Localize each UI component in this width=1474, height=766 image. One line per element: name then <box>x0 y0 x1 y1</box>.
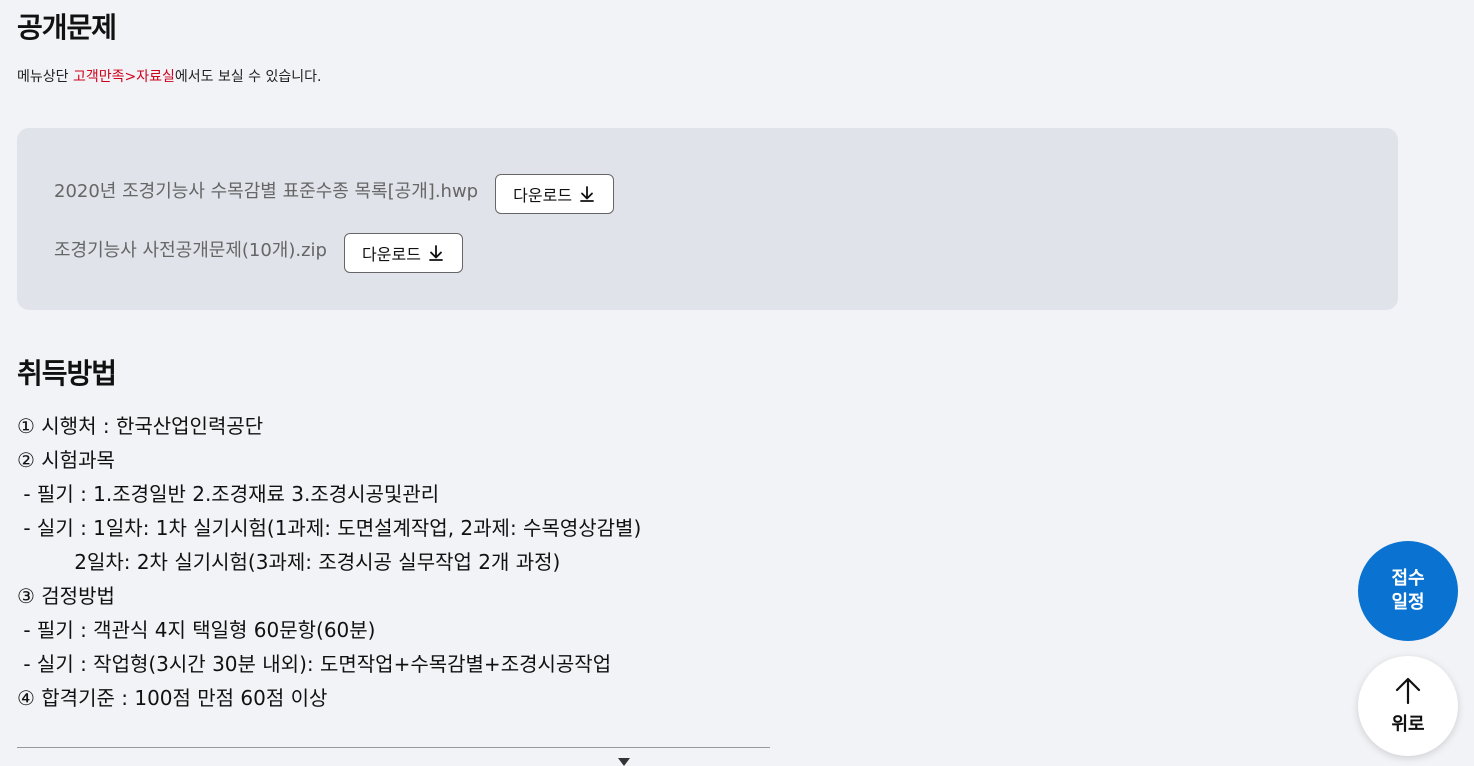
info-line: ② 시험과목 <box>17 448 115 472</box>
download-icon <box>429 245 443 261</box>
note-link-support-archive[interactable]: 고객만족>자료실 <box>73 69 175 85</box>
arrow-up-icon <box>1395 677 1421 705</box>
file-row: 조경기능사 사전공개문제(10개).zip 다운로드 <box>54 233 463 273</box>
divider <box>17 747 770 748</box>
info-line: - 실기 : 작업형(3시간 30분 내외): 도면작업+수목감별+조경시공작업 <box>17 652 612 676</box>
info-line: - 필기 : 객관식 4지 택일형 60문항(60분) <box>17 618 376 642</box>
info-line: ① 시행처 : 한국산업인력공단 <box>17 414 264 438</box>
schedule-button[interactable]: 접수 일정 <box>1358 541 1458 641</box>
schedule-label-line1: 접수 <box>1391 568 1425 589</box>
scroll-top-label: 위로 <box>1391 714 1425 735</box>
note-prefix: 메뉴상단 <box>17 69 73 85</box>
acquire-info: ① 시행처 : 한국산업인력공단 ② 시험과목 - 필기 : 1.조경일반 2.… <box>17 409 641 715</box>
download-button-label: 다운로드 <box>362 247 421 264</box>
download-icon <box>580 186 594 202</box>
menu-note: 메뉴상단 고객만족>자료실에서도 보실 수 있습니다. <box>17 66 321 86</box>
file-name: 2020년 조경기능사 수목감별 표준수종 목록[공개].hwp <box>54 181 479 202</box>
info-line: 2일차: 2차 실기시험(3과제: 조경시공 실무작업 2개 과정) <box>17 550 561 574</box>
file-name: 조경기능사 사전공개문제(10개).zip <box>54 240 327 261</box>
info-line: ④ 합격기준 : 100점 만점 60점 이상 <box>17 686 328 710</box>
info-line: - 실기 : 1일차: 1차 실기시험(1과제: 도면설계작업, 2과제: 수목… <box>17 516 642 540</box>
section-title-acquire: 취득방법 <box>17 357 117 390</box>
page: 공개문제 메뉴상단 고객만족>자료실에서도 보실 수 있습니다. 2020년 조… <box>0 0 1474 766</box>
download-button-label: 다운로드 <box>513 188 573 205</box>
scroll-top-button[interactable]: 위로 <box>1358 656 1458 756</box>
schedule-label-line2: 일정 <box>1391 592 1425 613</box>
download-button-zip[interactable]: 다운로드 <box>344 233 463 273</box>
caret-down-icon[interactable] <box>618 758 630 766</box>
note-suffix: 에서도 보실 수 있습니다. <box>174 69 322 85</box>
info-line: ③ 검정방법 <box>17 584 115 608</box>
section-title-public: 공개문제 <box>17 11 117 44</box>
file-row: 2020년 조경기능사 수목감별 표준수종 목록[공개].hwp 다운로드 <box>54 174 615 214</box>
info-line: - 필기 : 1.조경일반 2.조경재료 3.조경시공및관리 <box>17 482 440 506</box>
download-button-hwp[interactable]: 다운로드 <box>495 174 615 214</box>
download-box: 2020년 조경기능사 수목감별 표준수종 목록[공개].hwp 다운로드 조경… <box>17 128 1398 310</box>
